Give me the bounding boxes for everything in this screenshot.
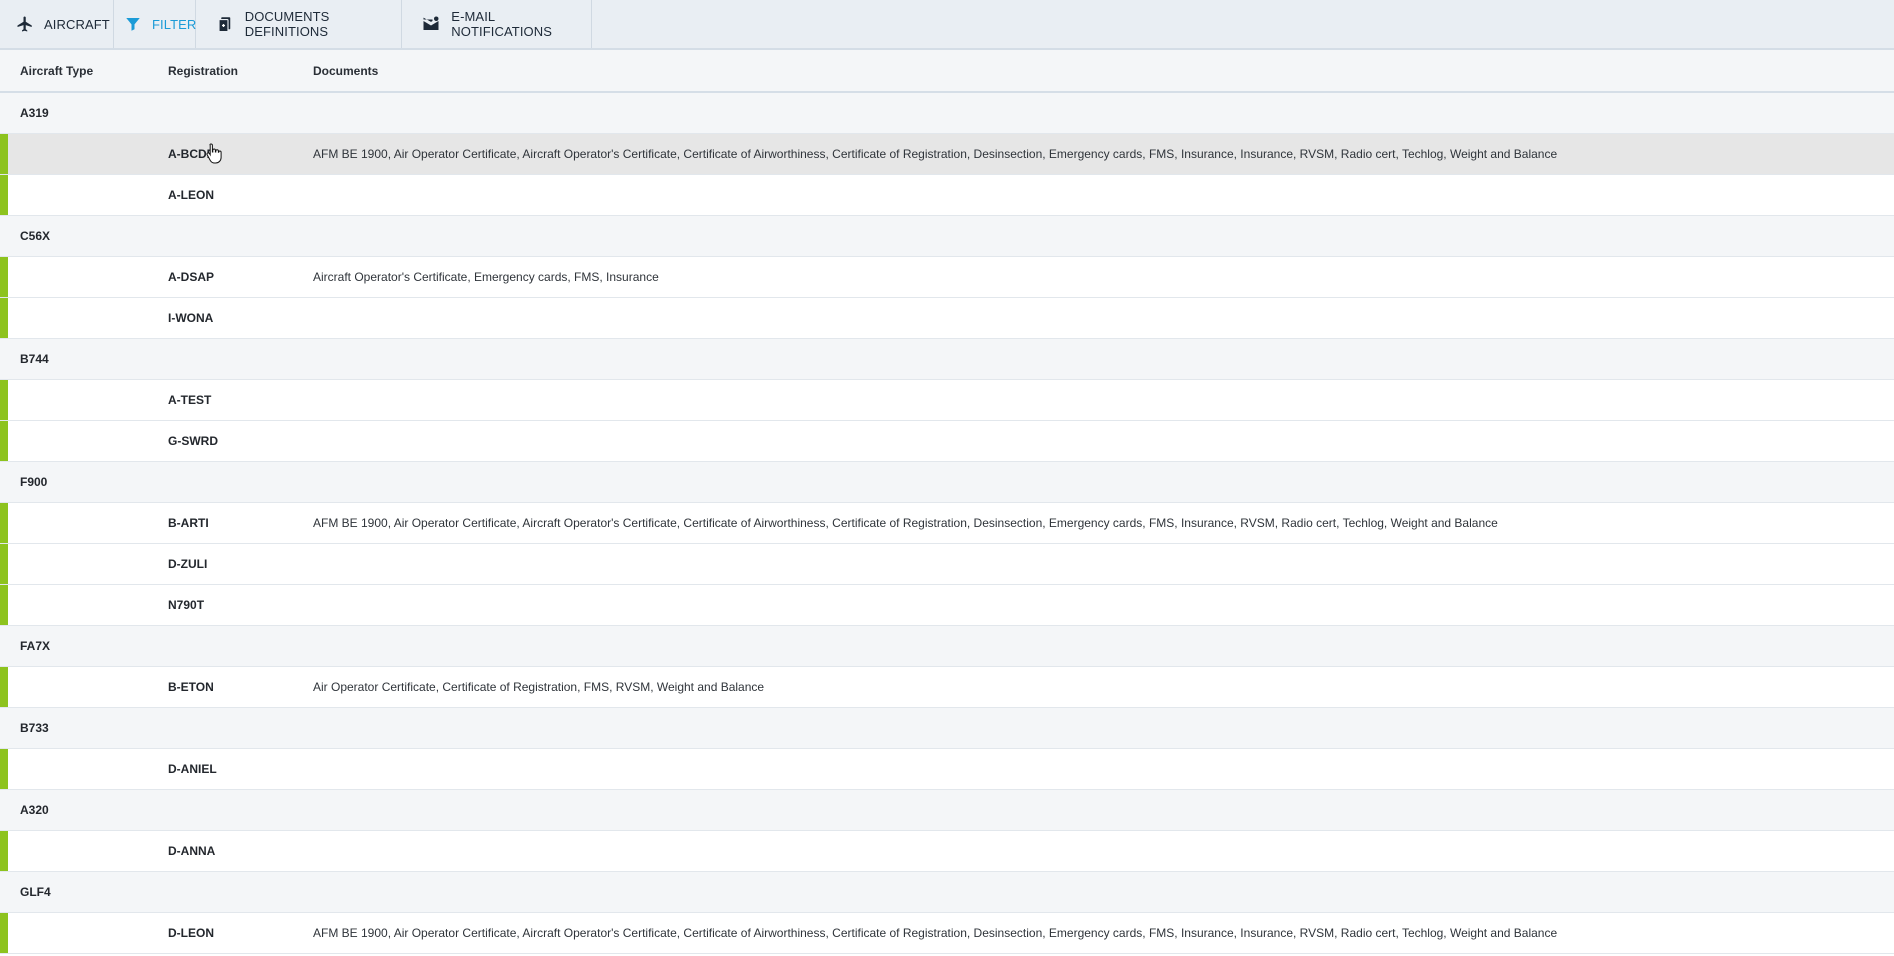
aircraft-row[interactable]: A-LEON [0, 175, 1894, 216]
aircraft-type-label: A320 [20, 803, 49, 817]
aircraft-row[interactable]: B-ARTI AFM BE 1900, Air Operator Certific… [0, 503, 1894, 544]
aircraft-type-label: C56X [20, 229, 51, 243]
aircraft-row[interactable]: D-ANNA [0, 831, 1894, 872]
aircraft-type-group-row: A319 [0, 93, 1894, 134]
table-body: A319 A-BCDE AFM BE 1900, Air Operator Cert… [0, 93, 1894, 954]
aircraft-row[interactable]: D-ANIEL [0, 749, 1894, 790]
aircraft-type-group-row: B744 [0, 339, 1894, 380]
status-indicator [0, 298, 8, 338]
documents-definitions-tab-label: DOCUMENTS DEFINITIONS [244, 9, 330, 39]
aircraft-row[interactable]: B-ETON Air Operator Certificate, Certific… [0, 667, 1894, 708]
documents-cell: AFM BE 1900, Air Operator Certificate, A… [313, 516, 1498, 530]
aircraft-row[interactable]: N790T [0, 585, 1894, 626]
top-toolbar: AIRCRAFT FILTER DOCUMENTS DEFINITIONS E-… [0, 0, 1894, 50]
status-indicator [0, 257, 8, 297]
status-indicator [0, 134, 8, 174]
registration-cell: D-ZULI [168, 557, 208, 571]
email-notification-icon [422, 14, 441, 34]
aircraft-type-label: B744 [20, 352, 49, 366]
aircraft-row[interactable]: D-ZULI [0, 544, 1894, 585]
aircraft-tab-label: AIRCRAFT [44, 16, 110, 32]
airplane-icon [16, 14, 34, 34]
aircraft-row[interactable]: A-BCDE AFM BE 1900, Air Operator Certific… [0, 134, 1894, 175]
aircraft-type-group-row: F900 [0, 462, 1894, 503]
documents-cell: Aircraft Operator's Certificate, Emergen… [313, 270, 659, 284]
registration-cell: A-BCDE [168, 147, 215, 161]
aircraft-type-column-header[interactable]: Aircraft Type [0, 64, 168, 78]
registration-column-header[interactable]: Registration [168, 64, 313, 78]
aircraft-type-label: B733 [20, 721, 49, 735]
status-indicator [0, 667, 8, 707]
status-indicator [0, 585, 8, 625]
status-indicator [0, 544, 8, 584]
aircraft-row[interactable]: D-LEON AFM BE 1900, Air Operator Certific… [0, 913, 1894, 954]
registration-cell: I-WONA [168, 311, 214, 325]
registration-cell: A-LEON [168, 188, 214, 202]
email-notifications-tab-label: E-MAIL NOTIFICATIONS [451, 9, 553, 39]
aircraft-type-label: GLF4 [20, 885, 51, 899]
status-indicator [0, 421, 8, 461]
filter-tab[interactable]: FILTER [114, 0, 196, 48]
documents-definitions-tab[interactable]: DOCUMENTS DEFINITIONS [196, 0, 402, 48]
aircraft-type-label: F900 [20, 475, 48, 489]
documents-cell: Air Operator Certificate, Certificate of… [313, 680, 765, 694]
registration-cell: G-SWRD [168, 434, 218, 448]
registration-cell: D-ANNA [168, 844, 216, 858]
status-indicator [0, 175, 8, 215]
registration-cell: D-ANIEL [168, 762, 217, 776]
documents-cell: AFM BE 1900, Air Operator Certificate, A… [313, 926, 1558, 940]
aircraft-row[interactable]: A-DSAP Aircraft Operator's Certificate, E… [0, 257, 1894, 298]
aircraft-type-group-row: GLF4 [0, 872, 1894, 913]
registration-cell: B-ARTI [168, 516, 209, 530]
registration-cell: A-DSAP [168, 270, 215, 284]
filter-tab-label: FILTER [152, 16, 197, 32]
aircraft-type-group-row: FA7X [0, 626, 1894, 667]
registration-cell: B-ETON [168, 680, 214, 694]
status-indicator [0, 503, 8, 543]
aircraft-type-label: A319 [20, 106, 49, 120]
documents-icon [216, 14, 235, 34]
table-header: Aircraft Type Registration Documents [0, 50, 1894, 93]
aircraft-type-group-row: A320 [0, 790, 1894, 831]
aircraft-type-group-row: B733 [0, 708, 1894, 749]
status-indicator [0, 380, 8, 420]
documents-cell: AFM BE 1900, Air Operator Certificate, A… [313, 147, 1558, 161]
aircraft-tab[interactable]: AIRCRAFT [0, 0, 114, 48]
email-notifications-tab[interactable]: E-MAIL NOTIFICATIONS [402, 0, 592, 48]
status-indicator [0, 749, 8, 789]
status-indicator [0, 831, 8, 871]
filter-icon [124, 14, 142, 34]
registration-cell: D-LEON [168, 926, 214, 940]
aircraft-type-group-row: C56X [0, 216, 1894, 257]
aircraft-row[interactable]: I-WONA [0, 298, 1894, 339]
status-indicator [0, 913, 8, 953]
registration-cell: N790T [168, 598, 205, 612]
aircraft-row[interactable]: A-TEST [0, 380, 1894, 421]
aircraft-type-label: FA7X [20, 639, 51, 653]
aircraft-row[interactable]: G-SWRD [0, 421, 1894, 462]
documents-column-header[interactable]: Documents [313, 64, 1894, 78]
registration-cell: A-TEST [168, 393, 212, 407]
